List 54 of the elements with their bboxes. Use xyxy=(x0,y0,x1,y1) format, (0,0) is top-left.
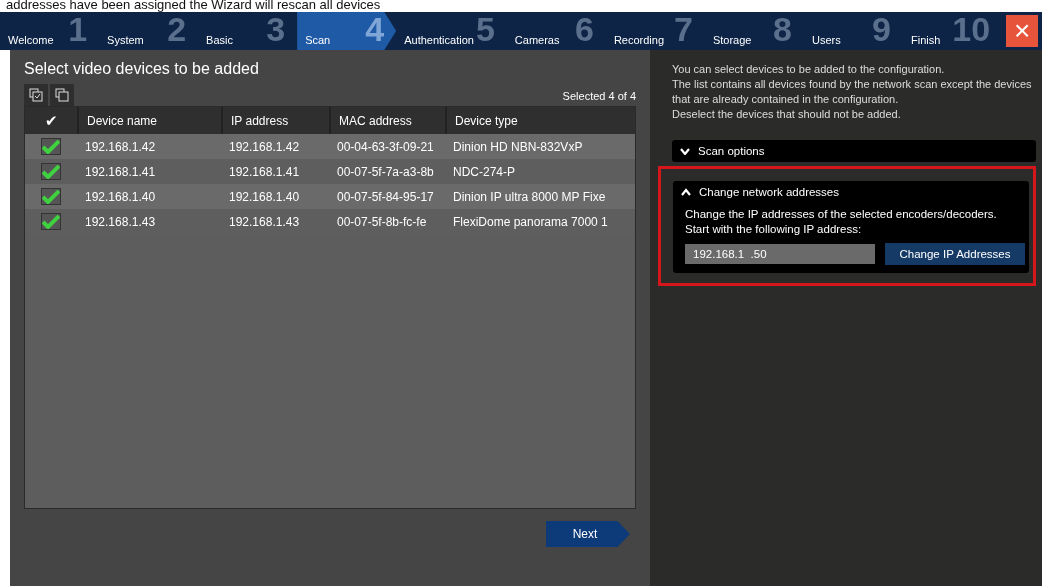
table-cell-text: 192.168.1.41 xyxy=(228,163,301,181)
row-checkbox[interactable] xyxy=(41,138,61,155)
table-cell-text: 00-04-63-3f-09-21 xyxy=(336,138,435,156)
deselect-all-button[interactable] xyxy=(50,84,74,106)
wizard-step[interactable]: Users 9 xyxy=(803,12,903,50)
check-icon xyxy=(42,139,60,154)
select-all-button[interactable] xyxy=(24,84,48,106)
instruction-text: Change the IP addresses of the selected encoders/decoders. Start with the following IP address: xyxy=(685,207,998,237)
table-cell-text: 00-07-5f-8b-fc-fe xyxy=(336,213,428,231)
deselect-all-icon xyxy=(55,88,69,102)
table-cell-text: 192.168.1.41 xyxy=(84,163,157,181)
ip-address-field[interactable]: 192.168.1 .50 xyxy=(685,244,875,264)
check-icon xyxy=(42,189,60,204)
table-cell-text: FlexiDome panorama 7000 1 xyxy=(452,213,609,231)
close-button[interactable]: × xyxy=(1006,15,1039,47)
wizard-step[interactable]: System 2 xyxy=(99,12,199,50)
chevron-icon xyxy=(681,188,691,196)
select-all-icon xyxy=(29,88,43,102)
change-network-header[interactable]: Change network addresses xyxy=(673,181,1029,203)
table-cell-text: 192.168.1.40 xyxy=(84,188,157,206)
wizard-step[interactable]: Authentication 5 xyxy=(396,12,507,50)
wizard-step[interactable]: Cameras 6 xyxy=(506,12,606,50)
wizard-step[interactable]: Finish 10 xyxy=(903,12,1003,50)
table-cell-text: 192.168.1.42 xyxy=(228,138,301,156)
page-title: Select video devices to be added xyxy=(24,60,260,78)
next-button[interactable]: Next xyxy=(546,521,630,547)
table-cell-text: 192.168.1.43 xyxy=(228,213,301,231)
check-header[interactable]: ✔ xyxy=(44,111,58,130)
table-cell-text: 00-07-5f-7a-a3-8b xyxy=(336,163,435,181)
table-cell-text: Dinion HD NBN-832VxP xyxy=(452,138,584,156)
wizard-step[interactable]: Storage 8 xyxy=(704,12,804,50)
table-cell-text: 192.168.1.43 xyxy=(84,213,157,231)
table-cell-text: 192.168.1.40 xyxy=(228,188,301,206)
scan-options-header[interactable]: Scan options xyxy=(672,140,1036,162)
wizard-step[interactable]: Scan 4 xyxy=(297,12,397,50)
help-text: Deselect the devices that should not be added. xyxy=(672,107,902,122)
help-text: The list contains all devices found by the network scan except the devices that are already contained in the configuration. xyxy=(672,77,1033,107)
check-icon xyxy=(42,164,60,179)
table-cell-text: Dinion IP ultra 8000 MP Fixe xyxy=(452,188,607,206)
table-cell-text: 00-07-5f-84-95-17 xyxy=(336,188,435,206)
table-cell-text: 192.168.1.42 xyxy=(84,138,157,156)
selected-count: Selected 4 of 4 xyxy=(562,90,636,102)
chevron-icon xyxy=(680,147,690,155)
caption-text: addresses have been assigned the Wizard will rescan all devices xyxy=(6,0,381,10)
row-checkbox[interactable] xyxy=(41,163,61,180)
help-text: You can select devices to be added to the configuration. xyxy=(672,62,946,77)
row-checkbox[interactable] xyxy=(41,188,61,205)
wizard-step[interactable]: Welcome 1 xyxy=(0,12,100,50)
table-cell-text: NDC-274-P xyxy=(452,163,516,181)
check-icon xyxy=(42,214,60,229)
change-ip-button[interactable]: Change IP Addresses xyxy=(885,243,1025,265)
wizard-step[interactable]: Recording 7 xyxy=(605,12,705,50)
wizard-step[interactable]: Basic 3 xyxy=(198,12,298,50)
row-checkbox[interactable] xyxy=(41,213,61,230)
